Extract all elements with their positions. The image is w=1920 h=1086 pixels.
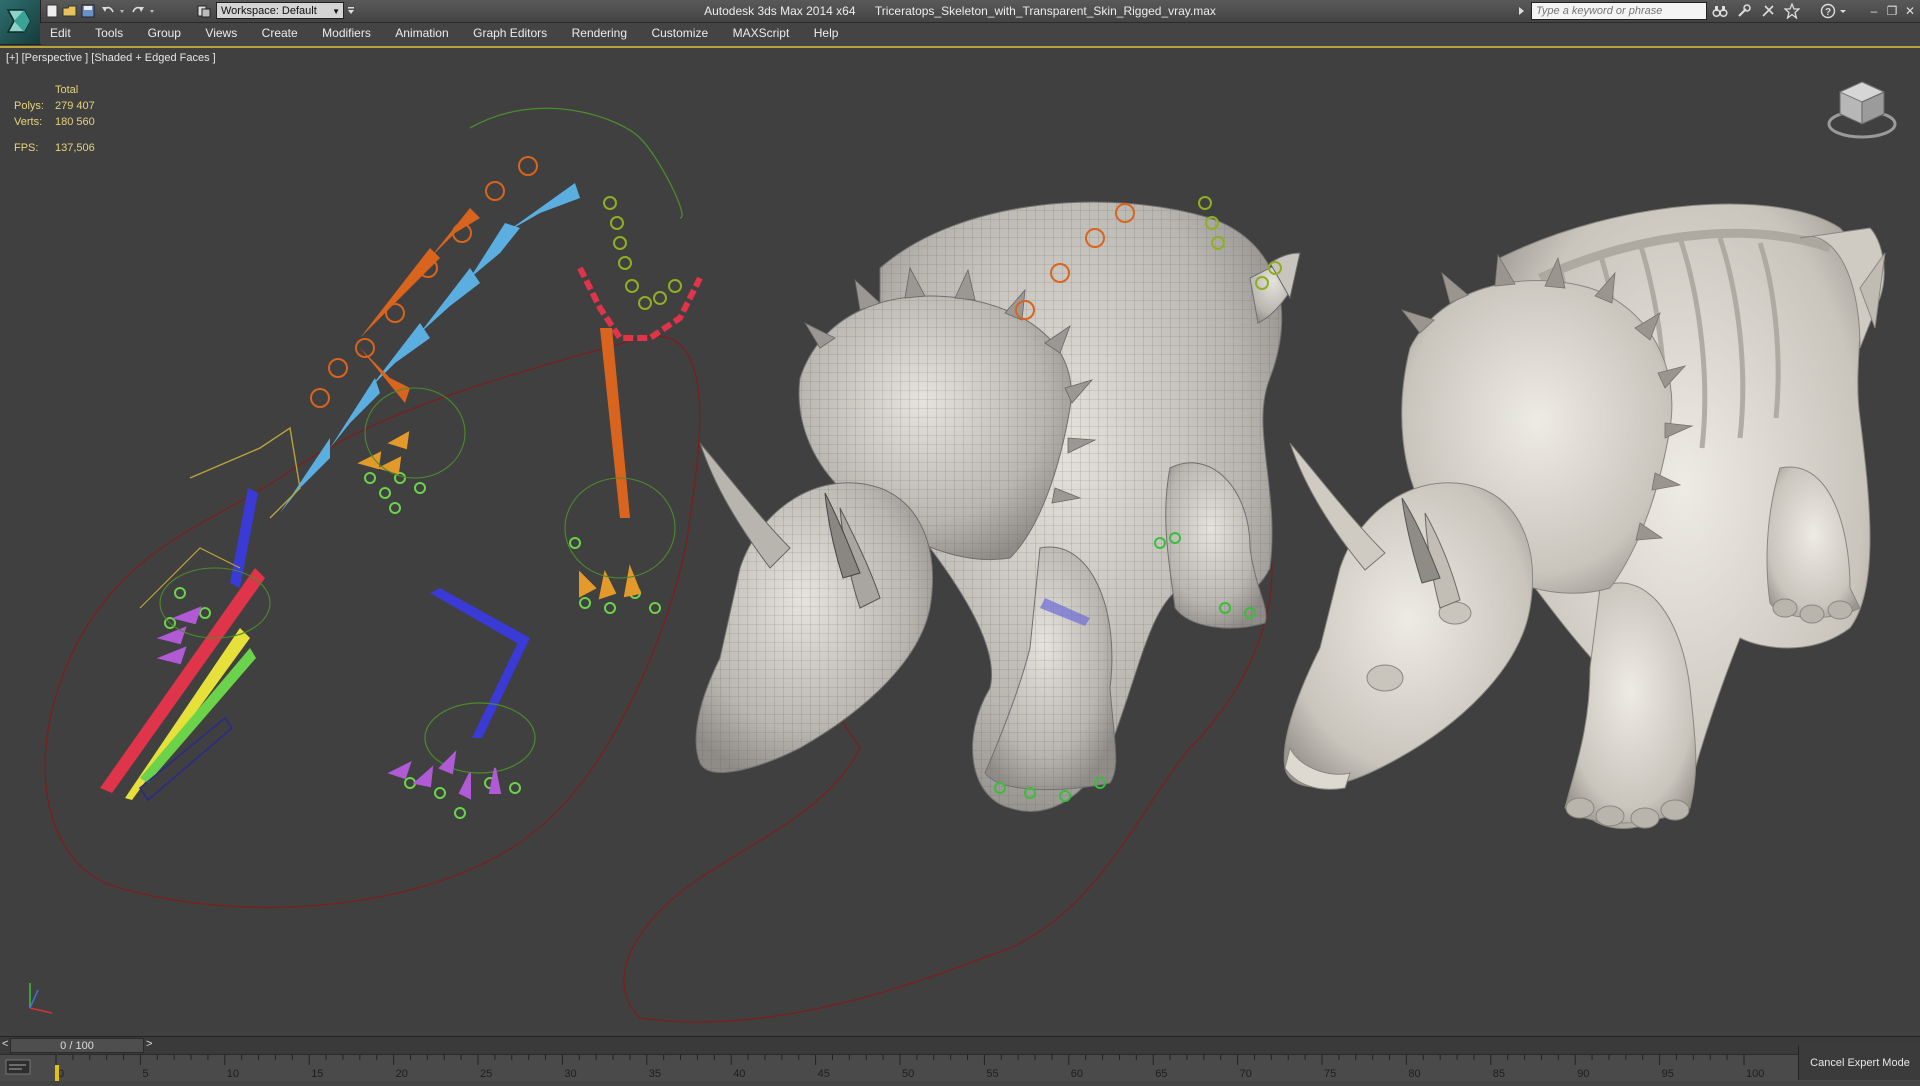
- menu-bar: Edit Tools Group Views Create Modifiers …: [40, 23, 1920, 44]
- fps-value: 137,506: [55, 142, 95, 154]
- timeline-tick-label: 20: [396, 1068, 408, 1080]
- timeline-tick-label: 35: [649, 1068, 661, 1080]
- current-frame-marker[interactable]: [55, 1065, 59, 1081]
- timeline-tick-label: 50: [902, 1068, 914, 1080]
- time-slider-label: 0 / 100: [60, 1040, 94, 1052]
- root-spline-control[interactable]: [44, 335, 701, 908]
- subscription-center-icon[interactable]: [1736, 3, 1752, 19]
- axis-tripod-icon: [29, 983, 53, 1014]
- help-dropdown-icon[interactable]: [1838, 3, 1848, 19]
- search-expand-icon[interactable]: [1516, 3, 1526, 19]
- timeline-tick-label: 75: [1324, 1068, 1336, 1080]
- time-slider-bar: < 0 / 100 >: [0, 1036, 1920, 1055]
- timeline-tick-label: 30: [564, 1068, 576, 1080]
- foot-controllers[interactable]: [156, 431, 661, 819]
- file-name: Triceratops_Skeleton_with_Transparent_Sk…: [874, 4, 1216, 18]
- restore-icon[interactable]: ❐: [1884, 3, 1900, 19]
- timeline-tick-label: 15: [311, 1068, 323, 1080]
- verts-value: 180 560: [55, 116, 95, 128]
- timeline-tick-label: 80: [1408, 1068, 1420, 1080]
- close-icon[interactable]: ✕: [1902, 3, 1918, 19]
- maxscript-listener-icon[interactable]: [4, 1058, 32, 1076]
- menu-animation[interactable]: Animation: [385, 23, 458, 44]
- polys-value: 279 407: [55, 100, 95, 112]
- menu-help[interactable]: Help: [804, 23, 849, 44]
- menu-modifiers[interactable]: Modifiers: [312, 23, 381, 44]
- menu-create[interactable]: Create: [252, 23, 308, 44]
- open-file-icon[interactable]: [62, 3, 78, 19]
- timeline-tick-label: 25: [480, 1068, 492, 1080]
- project-folder-icon[interactable]: [196, 3, 212, 19]
- timeline-tick-label: 90: [1577, 1068, 1589, 1080]
- timeline-tick-label: 65: [1155, 1068, 1167, 1080]
- cancel-expert-mode-button[interactable]: Cancel Expert Mode: [1798, 1046, 1920, 1080]
- redo-icon[interactable]: [130, 3, 146, 19]
- neck-bones[interactable]: [310, 156, 538, 408]
- undo-icon[interactable]: [100, 3, 116, 19]
- timeline-tick-label: 40: [733, 1068, 745, 1080]
- timeline-tick-label: 45: [818, 1068, 830, 1080]
- quick-access-customize-icon[interactable]: [346, 3, 356, 19]
- menu-customize[interactable]: Customize: [641, 23, 718, 44]
- menu-rendering[interactable]: Rendering: [562, 23, 637, 44]
- viewport-statistics: Total Polys: 279 407 Verts: 180 560 FPS: 13…: [14, 82, 95, 156]
- timeline-tick-label: 55: [986, 1068, 998, 1080]
- search-input[interactable]: [1531, 2, 1707, 20]
- binoculars-icon[interactable]: [1712, 3, 1728, 19]
- menu-group[interactable]: Group: [138, 23, 191, 44]
- workspace-label: Workspace: Default: [221, 5, 317, 17]
- previous-frame-button[interactable]: <: [2, 1038, 8, 1050]
- tail-bones[interactable]: [577, 196, 703, 518]
- front-leg-lower-bone[interactable]: [472, 638, 530, 738]
- timeline-ruler[interactable]: 0 5 10 15 20 25 30 35 40 45 50 55 60 65 70 75 80 85 90 95 10…: [0, 1054, 1920, 1081]
- favorites-star-icon[interactable]: [1784, 3, 1800, 19]
- time-slider[interactable]: 0 / 100: [10, 1038, 144, 1053]
- viewport-label[interactable]: [+] [Perspective ] [Shaded + Edged Faces…: [6, 52, 216, 64]
- viewport-scene[interactable]: [0, 48, 1920, 1036]
- communication-center-icon[interactable]: [1760, 3, 1776, 19]
- verts-label: Verts:: [14, 116, 43, 128]
- timeline-tick-label: 100: [1746, 1068, 1764, 1080]
- next-frame-button[interactable]: >: [146, 1038, 152, 1050]
- timeline-tick-label: 5: [142, 1068, 148, 1080]
- menu-tools[interactable]: Tools: [85, 23, 133, 44]
- menu-maxscript[interactable]: MAXScript: [723, 23, 800, 44]
- menu-graph-editors[interactable]: Graph Editors: [463, 23, 557, 44]
- app-name: Autodesk 3ds Max 2014 x64: [704, 4, 856, 18]
- 3dsmax-logo-icon: [6, 9, 31, 33]
- polys-label: Polys:: [14, 100, 44, 112]
- new-file-icon[interactable]: [44, 3, 60, 19]
- fps-label: FPS:: [14, 142, 39, 154]
- viewcube-icon[interactable]: [1826, 78, 1898, 142]
- timeline-tick-label: 60: [1071, 1068, 1083, 1080]
- timeline-ticks[interactable]: 0 5 10 15 20 25 30 35 40 45 50 55 60 65 70 75 80 85 90 95 10…: [0, 1055, 1800, 1081]
- rig-skeleton[interactable]: [44, 107, 703, 908]
- triceratops-wireframe-model[interactable]: [623, 196, 1301, 1023]
- triceratops-transparent-skin-model[interactable]: [1283, 203, 1886, 829]
- redo-dropdown-icon[interactable]: [148, 3, 158, 19]
- title-bar: Workspace: Default ▼ Autodesk 3ds Max 20…: [0, 0, 1920, 45]
- minimize-icon[interactable]: –: [1866, 3, 1882, 19]
- timeline-tick-label: 85: [1493, 1068, 1505, 1080]
- undo-dropdown-icon[interactable]: [118, 3, 128, 19]
- front-leg-upper-bone[interactable]: [430, 588, 530, 646]
- workspace-dropdown[interactable]: Workspace: Default ▼: [216, 2, 344, 19]
- stats-header: Total: [55, 84, 79, 96]
- spine-bones[interactable]: [280, 183, 580, 513]
- help-icon[interactable]: ?: [1820, 3, 1836, 19]
- timeline-tick-label: 70: [1240, 1068, 1252, 1080]
- timeline-tick-label: 10: [227, 1068, 239, 1080]
- timeline-tick-label: 95: [1662, 1068, 1674, 1080]
- tail-spline-control[interactable]: [469, 107, 683, 219]
- jaw-bone[interactable]: [100, 568, 265, 793]
- chevron-down-icon: ▼: [332, 7, 340, 16]
- menu-edit[interactable]: Edit: [40, 23, 81, 44]
- svg-text:?: ?: [1825, 7, 1831, 18]
- app-menu-button[interactable]: [0, 0, 41, 45]
- save-file-icon[interactable]: [80, 3, 96, 19]
- perspective-viewport[interactable]: [+] [Perspective ] [Shaded + Edged Faces…: [0, 46, 1920, 1038]
- menu-views[interactable]: Views: [195, 23, 247, 44]
